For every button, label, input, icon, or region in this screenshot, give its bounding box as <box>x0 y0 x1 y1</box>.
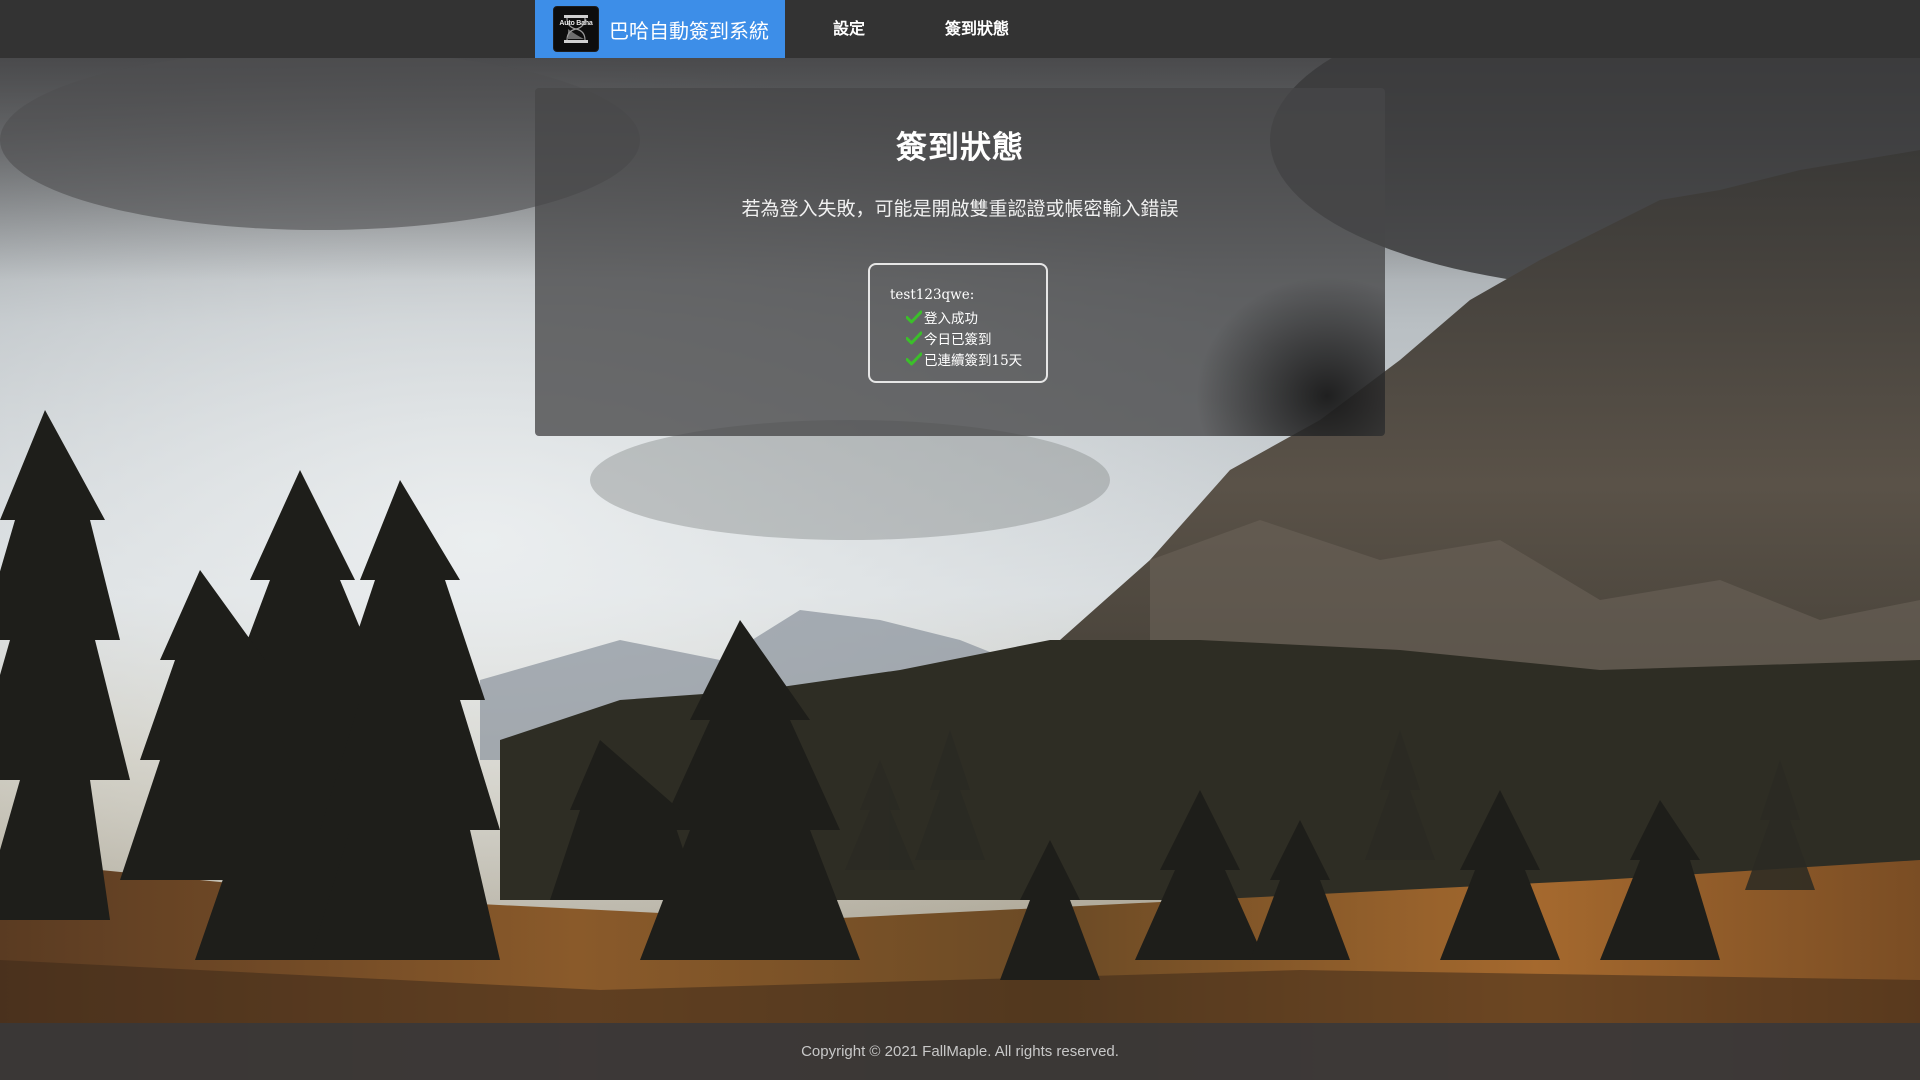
account-name: test123qwe: <box>890 287 975 303</box>
card-shadow <box>1195 276 1385 436</box>
status-item-login: 登入成功 <box>890 306 1046 327</box>
brand-title: 巴哈自動簽到系統 <box>609 18 769 43</box>
check-icon <box>906 331 922 344</box>
check-icon <box>906 352 922 365</box>
status-text: 今日已簽到 <box>924 331 992 348</box>
status-item-checked-in-today: 今日已簽到 <box>890 327 1046 348</box>
status-card: 簽到狀態 若為登入失敗，可能是開啟雙重認證或帳密輸入錯誤 test123qwe:… <box>535 88 1385 436</box>
hourglass-logo-icon: Auto Baha <box>553 6 599 52</box>
status-text: 登入成功 <box>924 310 978 327</box>
nav-item-checkin-status[interactable]: 簽到狀態 <box>945 0 1009 58</box>
brand-link[interactable]: Auto Baha 巴哈自動簽到系統 <box>535 0 785 58</box>
top-navbar: Auto Baha 巴哈自動簽到系統 設定 簽到狀態 <box>0 0 1920 58</box>
status-item-streak: 已連續簽到15天 <box>890 348 1046 369</box>
account-status-box: test123qwe: 登入成功 今日已簽到 已連續簽到15天 <box>868 263 1048 383</box>
status-text: 已連續簽到15天 <box>924 352 1023 369</box>
page-subtitle: 若為登入失敗，可能是開啟雙重認證或帳密輸入錯誤 <box>741 198 1179 220</box>
copyright-text: Copyright © 2021 FallMaple. All rights r… <box>801 1043 1119 1060</box>
check-icon <box>906 310 922 323</box>
footer: Copyright © 2021 FallMaple. All rights r… <box>0 1023 1920 1080</box>
nav-item-settings[interactable]: 設定 <box>833 0 865 58</box>
page-title: 簽到狀態 <box>896 130 1024 166</box>
